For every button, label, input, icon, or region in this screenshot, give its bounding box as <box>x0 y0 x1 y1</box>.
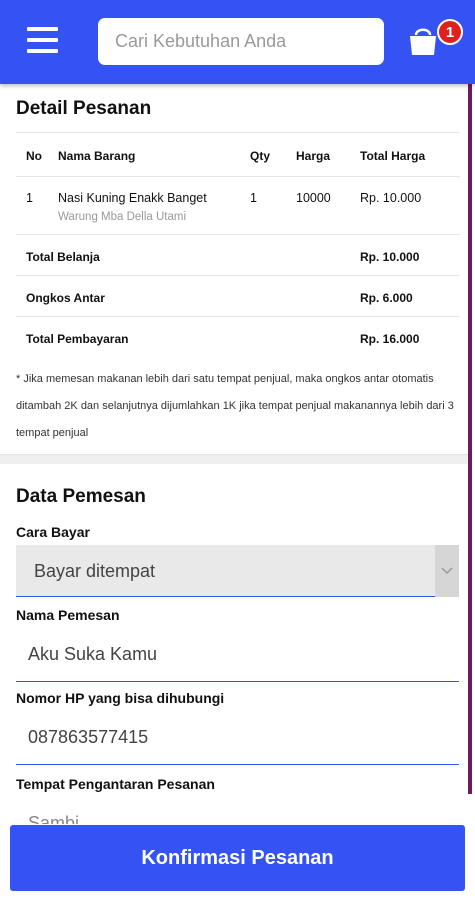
item-shop: Warung Mba Della Utami <box>58 211 187 223</box>
total-belanja-row: Total Belanja Rp. 10.000 <box>16 235 460 276</box>
total-pembayaran-label: Total Pembayaran <box>26 332 129 346</box>
ongkos-label: Ongkos Antar <box>26 291 105 305</box>
nama-pemesan-value: Aku Suka Kamu <box>28 644 158 664</box>
tempat-pengantaran-field[interactable]: Sambi... <box>16 797 459 824</box>
section-divider <box>0 454 468 464</box>
item-name: Nasi Kuning Enakk Banget <box>58 191 207 205</box>
ongkos-note: * Jika memesan makanan lebih dari satu t… <box>16 373 454 439</box>
cara-bayar-value: Bayar ditempat <box>34 561 156 581</box>
nomor-hp-value: 087863577415 <box>28 727 149 747</box>
ongkos-value: Rp. 6.000 <box>360 291 413 305</box>
col-header-total: Total Harga <box>360 149 426 163</box>
col-header-no: No <box>26 149 42 163</box>
order-table: No Nama Barang Qty Harga Total Harga 1 N… <box>16 132 460 358</box>
konfirmasi-pesanan-button[interactable]: Konfirmasi Pesanan <box>10 825 465 891</box>
hamburger-menu-icon[interactable] <box>27 27 58 53</box>
total-pembayaran-row: Total Pembayaran Rp. 16.000 <box>16 317 460 358</box>
item-name-cell: Nasi Kuning Enakk Banget Warung Mba Dell… <box>58 177 250 235</box>
total-belanja-value: Rp. 10.000 <box>360 250 420 264</box>
total-pembayaran-value: Rp. 16.000 <box>360 332 420 346</box>
item-total: Rp. 10.000 <box>360 191 422 205</box>
detail-pesanan-title: Detail Pesanan <box>16 98 152 119</box>
chevron-down-icon <box>435 545 459 597</box>
item-price: 10000 <box>296 191 331 205</box>
tempat-pengantaran-label: Tempat Pengantaran Pesanan <box>16 776 215 792</box>
tempat-pengantaran-value: Sambi... <box>28 813 95 824</box>
nama-pemesan-label: Nama Pemesan <box>16 607 120 623</box>
nomor-hp-label: Nomor HP yang bisa dihubungi <box>16 690 225 706</box>
app-header: 1 <box>0 0 475 84</box>
search-input[interactable] <box>98 18 384 65</box>
col-header-nama: Nama Barang <box>58 149 136 163</box>
cara-bayar-label: Cara Bayar <box>16 524 90 540</box>
ongkos-row: Ongkos Antar Rp. 6.000 <box>16 276 460 317</box>
col-header-harga: Harga <box>296 149 331 163</box>
total-belanja-label: Total Belanja <box>26 250 100 264</box>
checkout-content: Detail Pesanan No Nama Barang Qty Harga … <box>0 84 475 824</box>
item-qty: 1 <box>250 191 257 205</box>
cart-count-badge: 1 <box>437 19 463 45</box>
item-no: 1 <box>26 191 33 205</box>
table-row: 1 Nasi Kuning Enakk Banget Warung Mba De… <box>16 177 460 235</box>
col-header-qty: Qty <box>250 149 271 163</box>
nomor-hp-field[interactable]: 087863577415 <box>16 711 459 765</box>
data-pemesan-title: Data Pemesan <box>16 486 146 507</box>
cara-bayar-select[interactable]: Bayar ditempat <box>16 545 459 597</box>
nama-pemesan-field[interactable]: Aku Suka Kamu <box>16 628 459 682</box>
table-header-row: No Nama Barang Qty Harga Total Harga <box>16 132 460 177</box>
